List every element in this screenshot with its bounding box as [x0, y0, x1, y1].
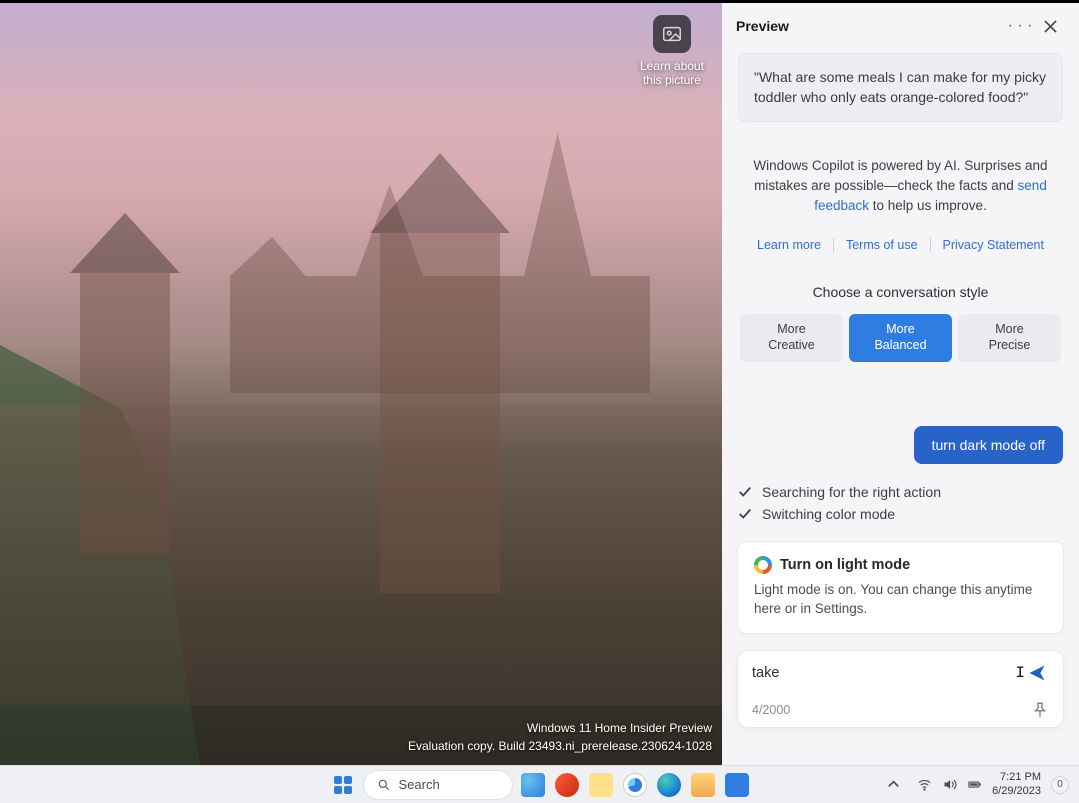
taskbar-search[interactable]: Search	[363, 770, 513, 800]
style-more-balanced[interactable]: MoreBalanced	[849, 314, 952, 361]
tray-overflow-button[interactable]	[879, 771, 907, 799]
pin-button[interactable]	[1031, 701, 1049, 719]
scenery-shape	[80, 273, 170, 553]
ai-disclaimer: Windows Copilot is powered by AI. Surpri…	[748, 156, 1053, 217]
copilot-taskbar-button[interactable]	[519, 771, 547, 799]
wifi-icon[interactable]	[917, 777, 932, 792]
volume-icon[interactable]	[942, 777, 957, 792]
start-button[interactable]	[329, 771, 357, 799]
check-icon	[738, 507, 752, 521]
settings-app-icon	[754, 556, 772, 574]
copilot-pane: Preview · · · "What are some meals I can…	[722, 0, 1079, 765]
microsoft-store-button[interactable]	[723, 771, 751, 799]
spotlight-badge[interactable]: Learn about this picture	[640, 15, 704, 87]
close-button[interactable]	[1035, 11, 1065, 41]
battery-icon[interactable]	[967, 777, 982, 792]
example-prompt-card[interactable]: "What are some meals I can make for my p…	[738, 53, 1063, 122]
prompt-composer: I 4/2000	[738, 651, 1063, 727]
style-more-creative[interactable]: MoreCreative	[740, 314, 843, 361]
terms-link[interactable]: Terms of use	[833, 238, 930, 252]
chevron-up-icon	[886, 777, 901, 792]
spotlight-line2: this picture	[640, 73, 704, 87]
pane-title: Preview	[736, 18, 789, 34]
assistant-action-row: Searching for the right action	[738, 484, 1063, 500]
more-options-button[interactable]: · · ·	[1005, 11, 1035, 41]
build-watermark: Windows 11 Home Insider Preview Evaluati…	[408, 720, 712, 755]
learn-more-link[interactable]: Learn more	[745, 238, 833, 252]
card-title: Turn on light mode	[780, 557, 910, 573]
pinned-app[interactable]	[587, 771, 615, 799]
taskbar: Search 7:2	[0, 765, 1079, 803]
conversation-style-label: Choose a conversation style	[738, 284, 1063, 300]
file-explorer-button[interactable]	[689, 771, 717, 799]
search-icon	[377, 778, 391, 792]
pinned-app[interactable]	[553, 771, 581, 799]
notifications-button[interactable]: 0	[1051, 776, 1069, 794]
privacy-link[interactable]: Privacy Statement	[930, 238, 1056, 252]
desktop-wallpaper[interactable]: Learn about this picture Windows 11 Home…	[0, 0, 722, 765]
scenery-shape	[380, 233, 500, 593]
send-button[interactable]	[1025, 661, 1049, 685]
prompt-input[interactable]	[752, 665, 955, 681]
conversation-style-group: MoreCreative MoreBalanced MorePrecise	[738, 314, 1063, 361]
card-body: Light mode is on. You can change this an…	[754, 580, 1047, 619]
check-icon	[738, 485, 752, 499]
edge-taskbar-button[interactable]	[655, 771, 683, 799]
action-result-card[interactable]: Turn on light mode Light mode is on. You…	[738, 542, 1063, 633]
style-more-precise[interactable]: MorePrecise	[958, 314, 1061, 361]
assistant-action-row: Switching color mode	[738, 506, 1063, 522]
search-placeholder: Search	[399, 777, 440, 792]
taskbar-clock[interactable]: 7:21 PM 6/29/2023	[992, 771, 1041, 799]
user-message: turn dark mode off	[914, 426, 1063, 464]
pinned-app[interactable]	[621, 771, 649, 799]
text-cursor-icon: I	[1015, 664, 1025, 682]
picture-icon	[653, 15, 691, 53]
spotlight-line1: Learn about	[640, 59, 704, 73]
char-counter: 4/2000	[752, 703, 790, 717]
